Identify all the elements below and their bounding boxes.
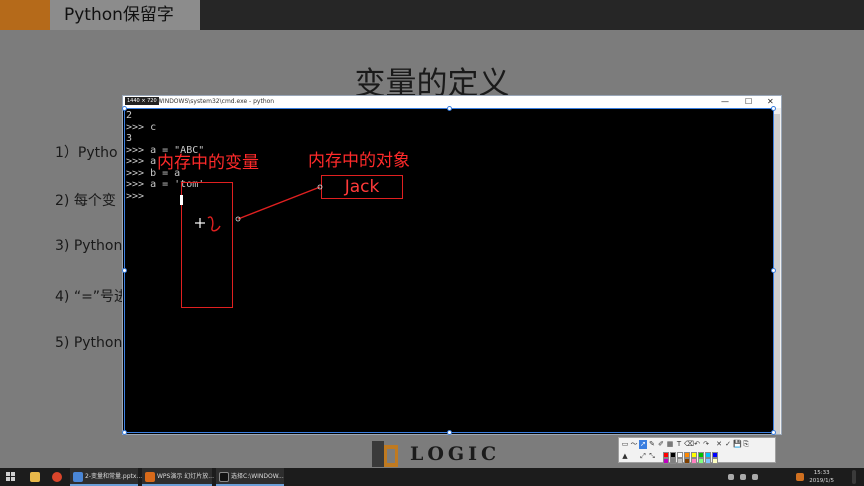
rectangle-tool-icon[interactable]: ▭ [621, 440, 629, 449]
freehand-tool-icon[interactable]: 〜 [630, 440, 638, 449]
taskbar: 2-变量和常量.pptx... WPS演示 幻灯片放... 选择C:\WINDO… [0, 468, 864, 486]
text-cursor-icon [180, 195, 183, 205]
pen-tool-icon[interactable]: ✎ [648, 440, 656, 449]
taskbar-item-wps[interactable]: WPS演示 幻灯片放... [142, 468, 214, 486]
network-icon[interactable] [740, 474, 746, 480]
taskbar-item-label: 选择C:\WINDOW... [231, 473, 284, 480]
handwritten-mark [207, 216, 221, 232]
show-desktop-button[interactable] [852, 470, 856, 484]
redo-icon[interactable]: ↷ [702, 440, 710, 449]
reference-arrow-line [237, 186, 321, 220]
marker-tool-icon[interactable]: ✐ [657, 440, 665, 449]
arrow-tool-icon[interactable]: ➚ [639, 440, 647, 449]
clock-time: 15:33 [813, 470, 830, 476]
document-icon [73, 472, 83, 482]
line-thick-icon[interactable]: ⤢ [639, 452, 647, 461]
line-thin-icon[interactable]: ⤡ [648, 452, 656, 461]
cancel-icon[interactable]: ✕ [715, 440, 723, 449]
input-method-icon[interactable] [796, 473, 804, 481]
color-swatch[interactable] [663, 458, 669, 464]
system-clock[interactable]: 15:33 2019/1/5 [809, 469, 834, 485]
pointer-small-icon[interactable]: ▲ [621, 452, 629, 461]
wps-icon [145, 472, 155, 482]
undo-icon[interactable]: ↶ [693, 440, 701, 449]
tray-icon[interactable] [728, 474, 734, 480]
volume-icon[interactable] [752, 474, 758, 480]
color-swatch[interactable] [670, 458, 676, 464]
taskbar-item-label: WPS演示 幻灯片放... [157, 473, 214, 480]
taskbar-item-pptx[interactable]: 2-变量和常量.pptx... [70, 468, 142, 486]
save-icon[interactable]: 💾 [733, 440, 742, 449]
taskbar-item-cmd[interactable]: 选择C:\WINDOW... [216, 468, 284, 486]
color-swatch[interactable] [698, 458, 704, 464]
mosaic-tool-icon[interactable]: ▦ [666, 440, 674, 449]
file-explorer-icon[interactable] [30, 472, 40, 482]
annotation-drawing [180, 184, 323, 232]
color-swatch[interactable] [705, 458, 711, 464]
confirm-icon[interactable]: ✓ [724, 440, 732, 449]
eraser-tool-icon[interactable]: ⌫ [684, 440, 694, 449]
clock-date: 2019/1/5 [809, 478, 834, 484]
color-swatch[interactable] [677, 458, 683, 464]
annotation-toolbar[interactable]: ▭ 〜 ➚ ✎ ✐ ▦ T ⌫ ↶ ↷ ✕ ✓ 💾 ⎘ ▲ ⤢ ⤡ [618, 437, 776, 464]
text-tool-icon[interactable]: T [675, 440, 683, 449]
chrome-icon[interactable] [52, 472, 62, 482]
color-swatch[interactable] [712, 458, 718, 464]
color-swatch[interactable] [684, 458, 690, 464]
taskbar-item-label: 2-变量和常量.pptx... [85, 473, 143, 480]
copy-icon[interactable]: ⎘ [742, 440, 750, 449]
cmd-icon [219, 472, 229, 482]
windows-start-icon[interactable] [6, 472, 16, 482]
color-swatch[interactable] [691, 458, 697, 464]
